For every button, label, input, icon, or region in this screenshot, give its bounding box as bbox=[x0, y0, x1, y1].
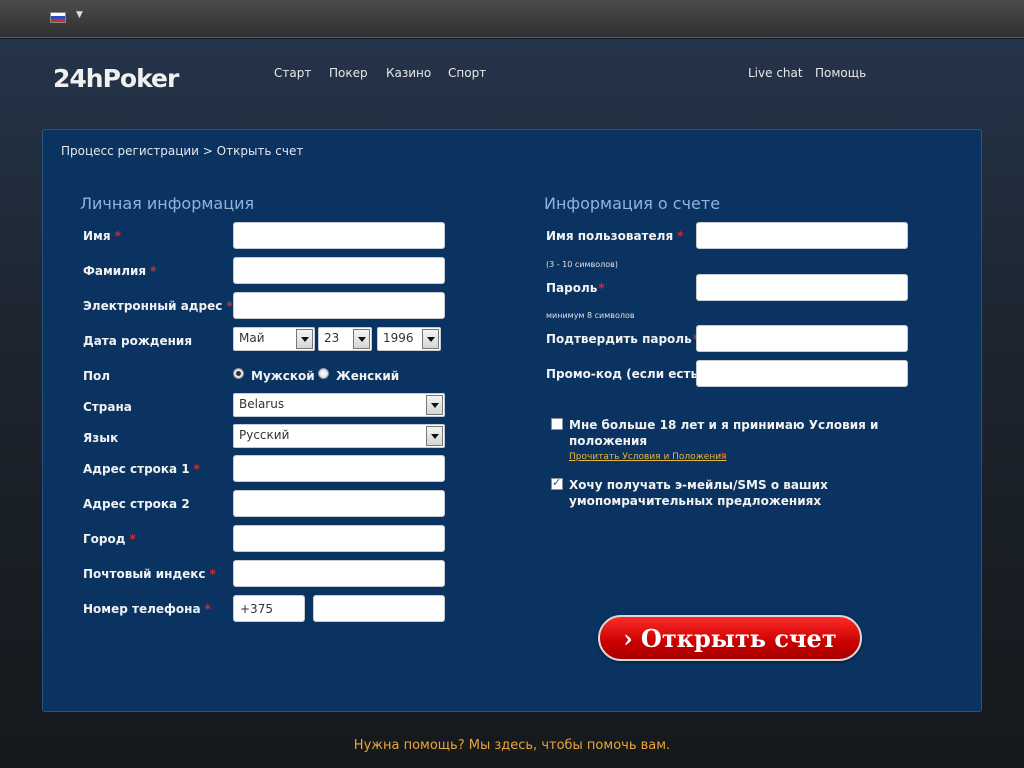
personal-info-title: Личная информация bbox=[80, 194, 255, 213]
username-field[interactable] bbox=[696, 222, 908, 249]
last-name-field[interactable] bbox=[233, 257, 445, 284]
last-name-label: Фамилия * bbox=[83, 264, 157, 278]
dob-year-value: 1996 bbox=[383, 331, 414, 345]
username-label: Имя пользователя * bbox=[546, 229, 684, 243]
open-account-button[interactable]: › Открыть счет bbox=[598, 615, 862, 661]
password-label: Пароль* bbox=[546, 281, 605, 295]
russian-flag-icon[interactable] bbox=[50, 12, 66, 23]
username-hint: (3 - 10 символов) bbox=[546, 260, 618, 269]
first-name-label: Имя * bbox=[83, 229, 121, 243]
chevron-down-icon[interactable] bbox=[353, 329, 370, 349]
chevron-right-icon: › bbox=[623, 623, 633, 653]
language-dropdown-arrow-icon[interactable]: ▼ bbox=[76, 10, 83, 20]
country-value: Belarus bbox=[239, 397, 285, 411]
city-field[interactable] bbox=[233, 525, 445, 552]
dob-day-value: 23 bbox=[324, 331, 340, 345]
email-label: Электронный адрес * bbox=[83, 299, 233, 313]
gender-female-radio[interactable] bbox=[318, 368, 329, 379]
country-label: Страна bbox=[83, 400, 132, 414]
required-marker: * bbox=[209, 567, 216, 581]
open-account-button-label: Открыть счет bbox=[640, 623, 837, 653]
gender-male-radio[interactable] bbox=[233, 368, 244, 379]
required-marker: * bbox=[677, 229, 684, 243]
promo-code-label: Промо-код (если есть) bbox=[546, 367, 704, 381]
footer-help-text[interactable]: Нужна помощь? Мы здесь, чтобы помочь вам… bbox=[0, 738, 1024, 753]
country-select[interactable]: Belarus bbox=[233, 393, 445, 417]
promo-code-field[interactable] bbox=[696, 360, 908, 387]
required-marker: * bbox=[114, 229, 121, 243]
gender-male-label[interactable]: Мужской bbox=[251, 369, 315, 383]
nav-casino[interactable]: Казино bbox=[386, 66, 431, 80]
chevron-down-icon[interactable] bbox=[426, 426, 443, 446]
postal-label: Почтовый индекс * bbox=[83, 567, 216, 581]
address2-label: Адрес строка 2 bbox=[83, 497, 190, 511]
chevron-down-icon[interactable] bbox=[296, 329, 313, 349]
chevron-down-icon[interactable] bbox=[422, 329, 439, 349]
gender-label: Пол bbox=[83, 369, 111, 383]
gender-female-label[interactable]: Женский bbox=[336, 369, 399, 383]
account-info-title: Информация о счете bbox=[544, 194, 721, 213]
nav-sport[interactable]: Спорт bbox=[448, 66, 486, 80]
required-marker: * bbox=[226, 299, 233, 313]
required-marker: * bbox=[193, 462, 200, 476]
nav-poker[interactable]: Покер bbox=[329, 66, 368, 80]
chevron-down-icon[interactable] bbox=[426, 395, 443, 415]
dob-year-select[interactable]: 1996 bbox=[377, 327, 441, 351]
nav-live-chat[interactable]: Live chat bbox=[748, 66, 803, 80]
required-marker: * bbox=[720, 450, 726, 463]
marketing-checkbox[interactable] bbox=[551, 476, 563, 490]
dob-month-select[interactable]: Май bbox=[233, 327, 315, 351]
confirm-password-label: Подтвердить пароль* bbox=[546, 332, 699, 346]
language-select[interactable]: Русский bbox=[233, 424, 445, 448]
address1-label: Адрес строка 1 * bbox=[83, 462, 200, 476]
first-name-field[interactable] bbox=[233, 222, 445, 249]
marketing-label[interactable]: Хочу получать э-мейлы/SMS о ваших умопом… bbox=[569, 477, 828, 509]
required-marker: * bbox=[598, 281, 605, 295]
terms-label[interactable]: Мне больше 18 лет и я принимаю Условия и… bbox=[569, 417, 878, 449]
terms-link[interactable]: Прочитать Условия и Положения bbox=[569, 452, 726, 462]
password-field[interactable] bbox=[696, 274, 908, 301]
dob-month-value: Май bbox=[239, 331, 265, 345]
dob-day-select[interactable]: 23 bbox=[318, 327, 372, 351]
dob-label: Дата рождения bbox=[83, 334, 193, 348]
language-value: Русский bbox=[239, 428, 290, 442]
city-label: Город * bbox=[83, 532, 136, 546]
breadcrumb: Процесс регистрации > Открыть счет bbox=[61, 144, 304, 158]
top-bar: ▼ bbox=[0, 0, 1024, 38]
confirm-password-field[interactable] bbox=[696, 325, 908, 352]
password-hint: минимум 8 символов bbox=[546, 311, 635, 320]
brand-logo[interactable]: 24hPoker bbox=[53, 64, 179, 93]
email-field[interactable] bbox=[233, 292, 445, 319]
nav-help[interactable]: Помощь bbox=[815, 66, 866, 80]
phone-number-field[interactable] bbox=[313, 595, 445, 622]
phone-label: Номер телефона * bbox=[83, 602, 211, 616]
required-marker: * bbox=[150, 264, 157, 278]
address1-field[interactable] bbox=[233, 455, 445, 482]
nav-start[interactable]: Старт bbox=[274, 66, 311, 80]
address2-field[interactable] bbox=[233, 490, 445, 517]
required-marker: * bbox=[129, 532, 136, 546]
language-label: Язык bbox=[83, 431, 119, 445]
required-marker: * bbox=[204, 602, 211, 616]
phone-code-field[interactable]: +375 bbox=[233, 595, 305, 622]
terms-checkbox[interactable] bbox=[551, 418, 563, 430]
postal-field[interactable] bbox=[233, 560, 445, 587]
